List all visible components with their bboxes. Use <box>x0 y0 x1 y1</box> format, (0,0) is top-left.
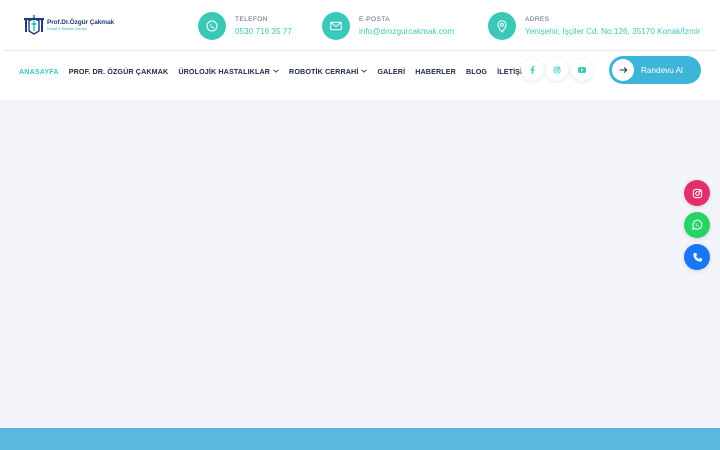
main-nav: ANASAYFA PROF. DR. ÖZGÜR ÇAKMAK ÜROLOJİK… <box>19 64 538 78</box>
contact-email-value[interactable]: info@drozgurcakmak.com <box>359 27 454 37</box>
nav-item-about[interactable]: PROF. DR. ÖZGÜR ÇAKMAK <box>69 67 169 76</box>
nav-item-robotic-surgery-label: ROBOTİK CERRAHİ <box>289 66 359 76</box>
appointment-button[interactable]: Randevu Al <box>609 56 701 84</box>
logo-subtitle: Üroloji & Robotik Cerrahi <box>47 27 87 31</box>
logo-emblem-icon <box>24 14 44 35</box>
floating-instagram-button[interactable] <box>684 180 710 206</box>
contact-phone-label: TELEFON <box>235 16 268 23</box>
nav-item-urologic-diseases[interactable]: ÜROLOJİK HASTALIKLAR <box>178 67 279 76</box>
nav-item-news[interactable]: HABERLER <box>415 67 456 76</box>
nav-item-home[interactable]: ANASAYFA <box>19 67 59 76</box>
location-pin-icon <box>488 12 516 40</box>
arrow-right-icon <box>612 59 634 81</box>
logo-name: Prof.Dr.Özgür Çakmak <box>47 19 114 26</box>
phone-icon <box>692 252 702 262</box>
contact-phone-value[interactable]: 0530 716 35 77 <box>235 27 292 37</box>
contact-email[interactable]: E-POSTA info@drozgurcakmak.com <box>322 12 454 40</box>
chevron-down-icon <box>273 69 279 73</box>
floating-whatsapp-button[interactable] <box>684 212 710 238</box>
appointment-button-label: Randevu Al <box>641 65 683 75</box>
youtube-icon[interactable] <box>571 59 593 81</box>
instagram-icon <box>692 188 702 198</box>
nav-item-gallery[interactable]: GALERİ <box>377 67 405 76</box>
phone-icon <box>198 12 226 40</box>
chevron-down-icon <box>361 69 368 73</box>
facebook-icon[interactable] <box>521 59 543 81</box>
contact-address[interactable]: ADRES Yenişehir, İşçiler Cd. No:126, 351… <box>488 12 700 40</box>
floating-phone-button[interactable] <box>684 244 710 270</box>
site-header: Prof.Dr.Özgür Çakmak Üroloji & Robotik C… <box>0 0 720 100</box>
contact-address-label: ADRES <box>525 16 550 23</box>
instagram-icon[interactable] <box>546 59 568 81</box>
site-logo[interactable]: Prof.Dr.Özgür Çakmak Üroloji & Robotik C… <box>22 13 114 37</box>
nav-item-urologic-diseases-label: ÜROLOJİK HASTALIKLAR <box>178 66 271 76</box>
contact-address-value[interactable]: Yenişehir, İşçiler Cd. No:126, 35170 Kon… <box>525 27 700 37</box>
mail-icon <box>322 12 350 40</box>
contact-email-label: E-POSTA <box>359 16 390 23</box>
contact-phone[interactable]: TELEFON 0530 716 35 77 <box>198 12 292 40</box>
footer-band <box>0 428 720 450</box>
nav-item-robotic-surgery[interactable]: ROBOTİK CERRAHİ <box>289 66 368 76</box>
whatsapp-icon <box>691 219 703 230</box>
social-links <box>521 59 596 81</box>
header-divider <box>4 50 716 51</box>
nav-item-blog[interactable]: BLOG <box>466 67 487 76</box>
